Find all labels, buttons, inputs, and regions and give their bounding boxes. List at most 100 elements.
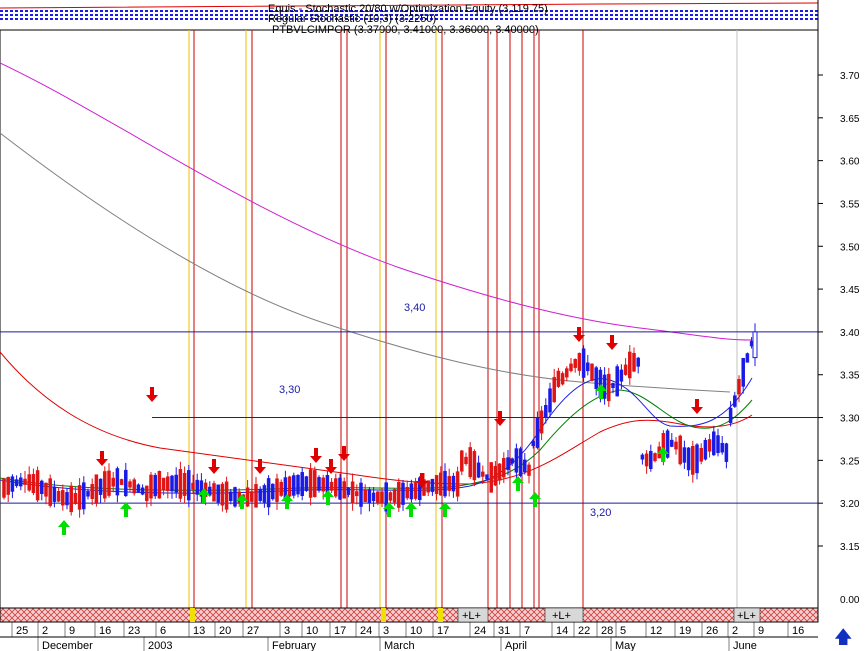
- candle: [644, 450, 649, 474]
- x-day-label: 25: [16, 625, 28, 637]
- y-tick-label: 3.35: [840, 371, 860, 382]
- candle: [220, 482, 225, 512]
- y-tick-label: 3.55: [840, 199, 860, 210]
- candle: [65, 488, 69, 510]
- candle: [27, 466, 31, 492]
- candle: [565, 366, 569, 382]
- y-tick-label: 3.25: [840, 456, 860, 467]
- candle: [35, 466, 40, 503]
- candle: [716, 428, 720, 457]
- candle: [497, 463, 502, 485]
- candle: [472, 449, 477, 487]
- candle: [262, 483, 267, 508]
- candle: [10, 474, 15, 499]
- candle: [691, 440, 695, 483]
- x-day-label: 14: [556, 625, 568, 637]
- signal-vertical-lines: [188, 30, 738, 608]
- candle: [317, 475, 321, 493]
- sell-arrow-icon: [96, 451, 108, 466]
- candle: [397, 478, 401, 512]
- candle: [229, 488, 233, 505]
- x-day-label: 24: [360, 625, 372, 637]
- candle: [279, 479, 283, 497]
- sell-arrow-icon: [606, 335, 618, 350]
- candle: [6, 476, 10, 503]
- y-tick-label: 3.70: [840, 71, 860, 82]
- candle: [107, 463, 111, 498]
- candle: [258, 486, 262, 503]
- buy-arrow-icon: [405, 502, 417, 517]
- candle: [581, 345, 586, 382]
- candle: [636, 356, 640, 374]
- scroll-up-arrow-icon[interactable]: 🡅: [834, 628, 853, 648]
- candle: [300, 467, 304, 501]
- candle: [233, 486, 237, 508]
- candle: [90, 478, 94, 506]
- candle: [350, 473, 355, 511]
- candle: [166, 472, 170, 499]
- candle: [115, 466, 120, 503]
- candle: [460, 449, 464, 476]
- candle: [178, 461, 183, 503]
- x-day-label: 17: [334, 625, 346, 637]
- candle: [224, 476, 229, 513]
- candle: [56, 487, 61, 503]
- candle: [443, 463, 447, 498]
- x-day-label: 3: [284, 625, 290, 637]
- x-day-label: 28: [601, 625, 613, 637]
- candle: [712, 425, 716, 457]
- candle: [665, 428, 670, 459]
- x-month-label: May: [615, 640, 636, 651]
- candle: [363, 484, 367, 503]
- moving-averages: [0, 62, 753, 494]
- candle: [388, 491, 393, 504]
- candle: [455, 466, 460, 502]
- candle: [313, 466, 317, 498]
- price-pane: [0, 29, 819, 609]
- candle: [539, 406, 544, 441]
- y-tick-label: 3.45: [840, 285, 860, 296]
- buy-arrow-icon: [58, 520, 70, 535]
- candle: [140, 484, 145, 496]
- candle: [447, 468, 451, 497]
- candle: [98, 478, 103, 504]
- candle: [157, 470, 162, 499]
- x-day-label: 10: [306, 625, 318, 637]
- candle: [548, 382, 552, 418]
- sell-arrow-icon: [494, 411, 506, 426]
- trade-marker-1: +L+: [462, 610, 481, 622]
- candle: [31, 468, 36, 496]
- candle: [44, 482, 48, 505]
- candle: [48, 474, 52, 508]
- candle: [401, 479, 405, 511]
- x-day-label: 23: [128, 625, 140, 637]
- candle: [724, 442, 729, 469]
- candle: [275, 473, 279, 510]
- candle: [657, 441, 661, 459]
- candle: [573, 358, 577, 373]
- sell-arrow-icon: [416, 473, 428, 488]
- candle: [254, 477, 258, 508]
- candle: [304, 475, 309, 492]
- x-day-label: 24: [474, 625, 486, 637]
- buy-arrow-icon: [120, 502, 132, 517]
- x-month-label: December: [42, 640, 93, 651]
- candle: [2, 477, 6, 500]
- candle: [733, 391, 737, 408]
- ma-gray-line: [0, 132, 731, 393]
- candle: [678, 434, 682, 466]
- candle: [649, 444, 653, 472]
- level-label-2: 3,20: [590, 507, 611, 519]
- candle: [640, 453, 645, 465]
- y-tick-label: 3.50: [840, 242, 860, 253]
- sell-arrow-icon: [310, 448, 322, 463]
- x-axis: 25 2 9 16 23 6 13 20 27 3 10 17 24 3 10 17 24 31 7 14 22 28 5 1…: [0, 622, 818, 651]
- candle: [615, 364, 619, 397]
- x-day-label: 27: [247, 625, 259, 637]
- candle: [552, 368, 556, 403]
- candle: [720, 436, 724, 455]
- y-axis: 3.70 3.65 3.60 3.55 3.50 3.45 3.40 3.35 3.30 3.25…: [818, 71, 860, 606]
- sell-arrow-icon: [338, 446, 350, 461]
- candle: [468, 442, 472, 479]
- candle: [14, 475, 19, 488]
